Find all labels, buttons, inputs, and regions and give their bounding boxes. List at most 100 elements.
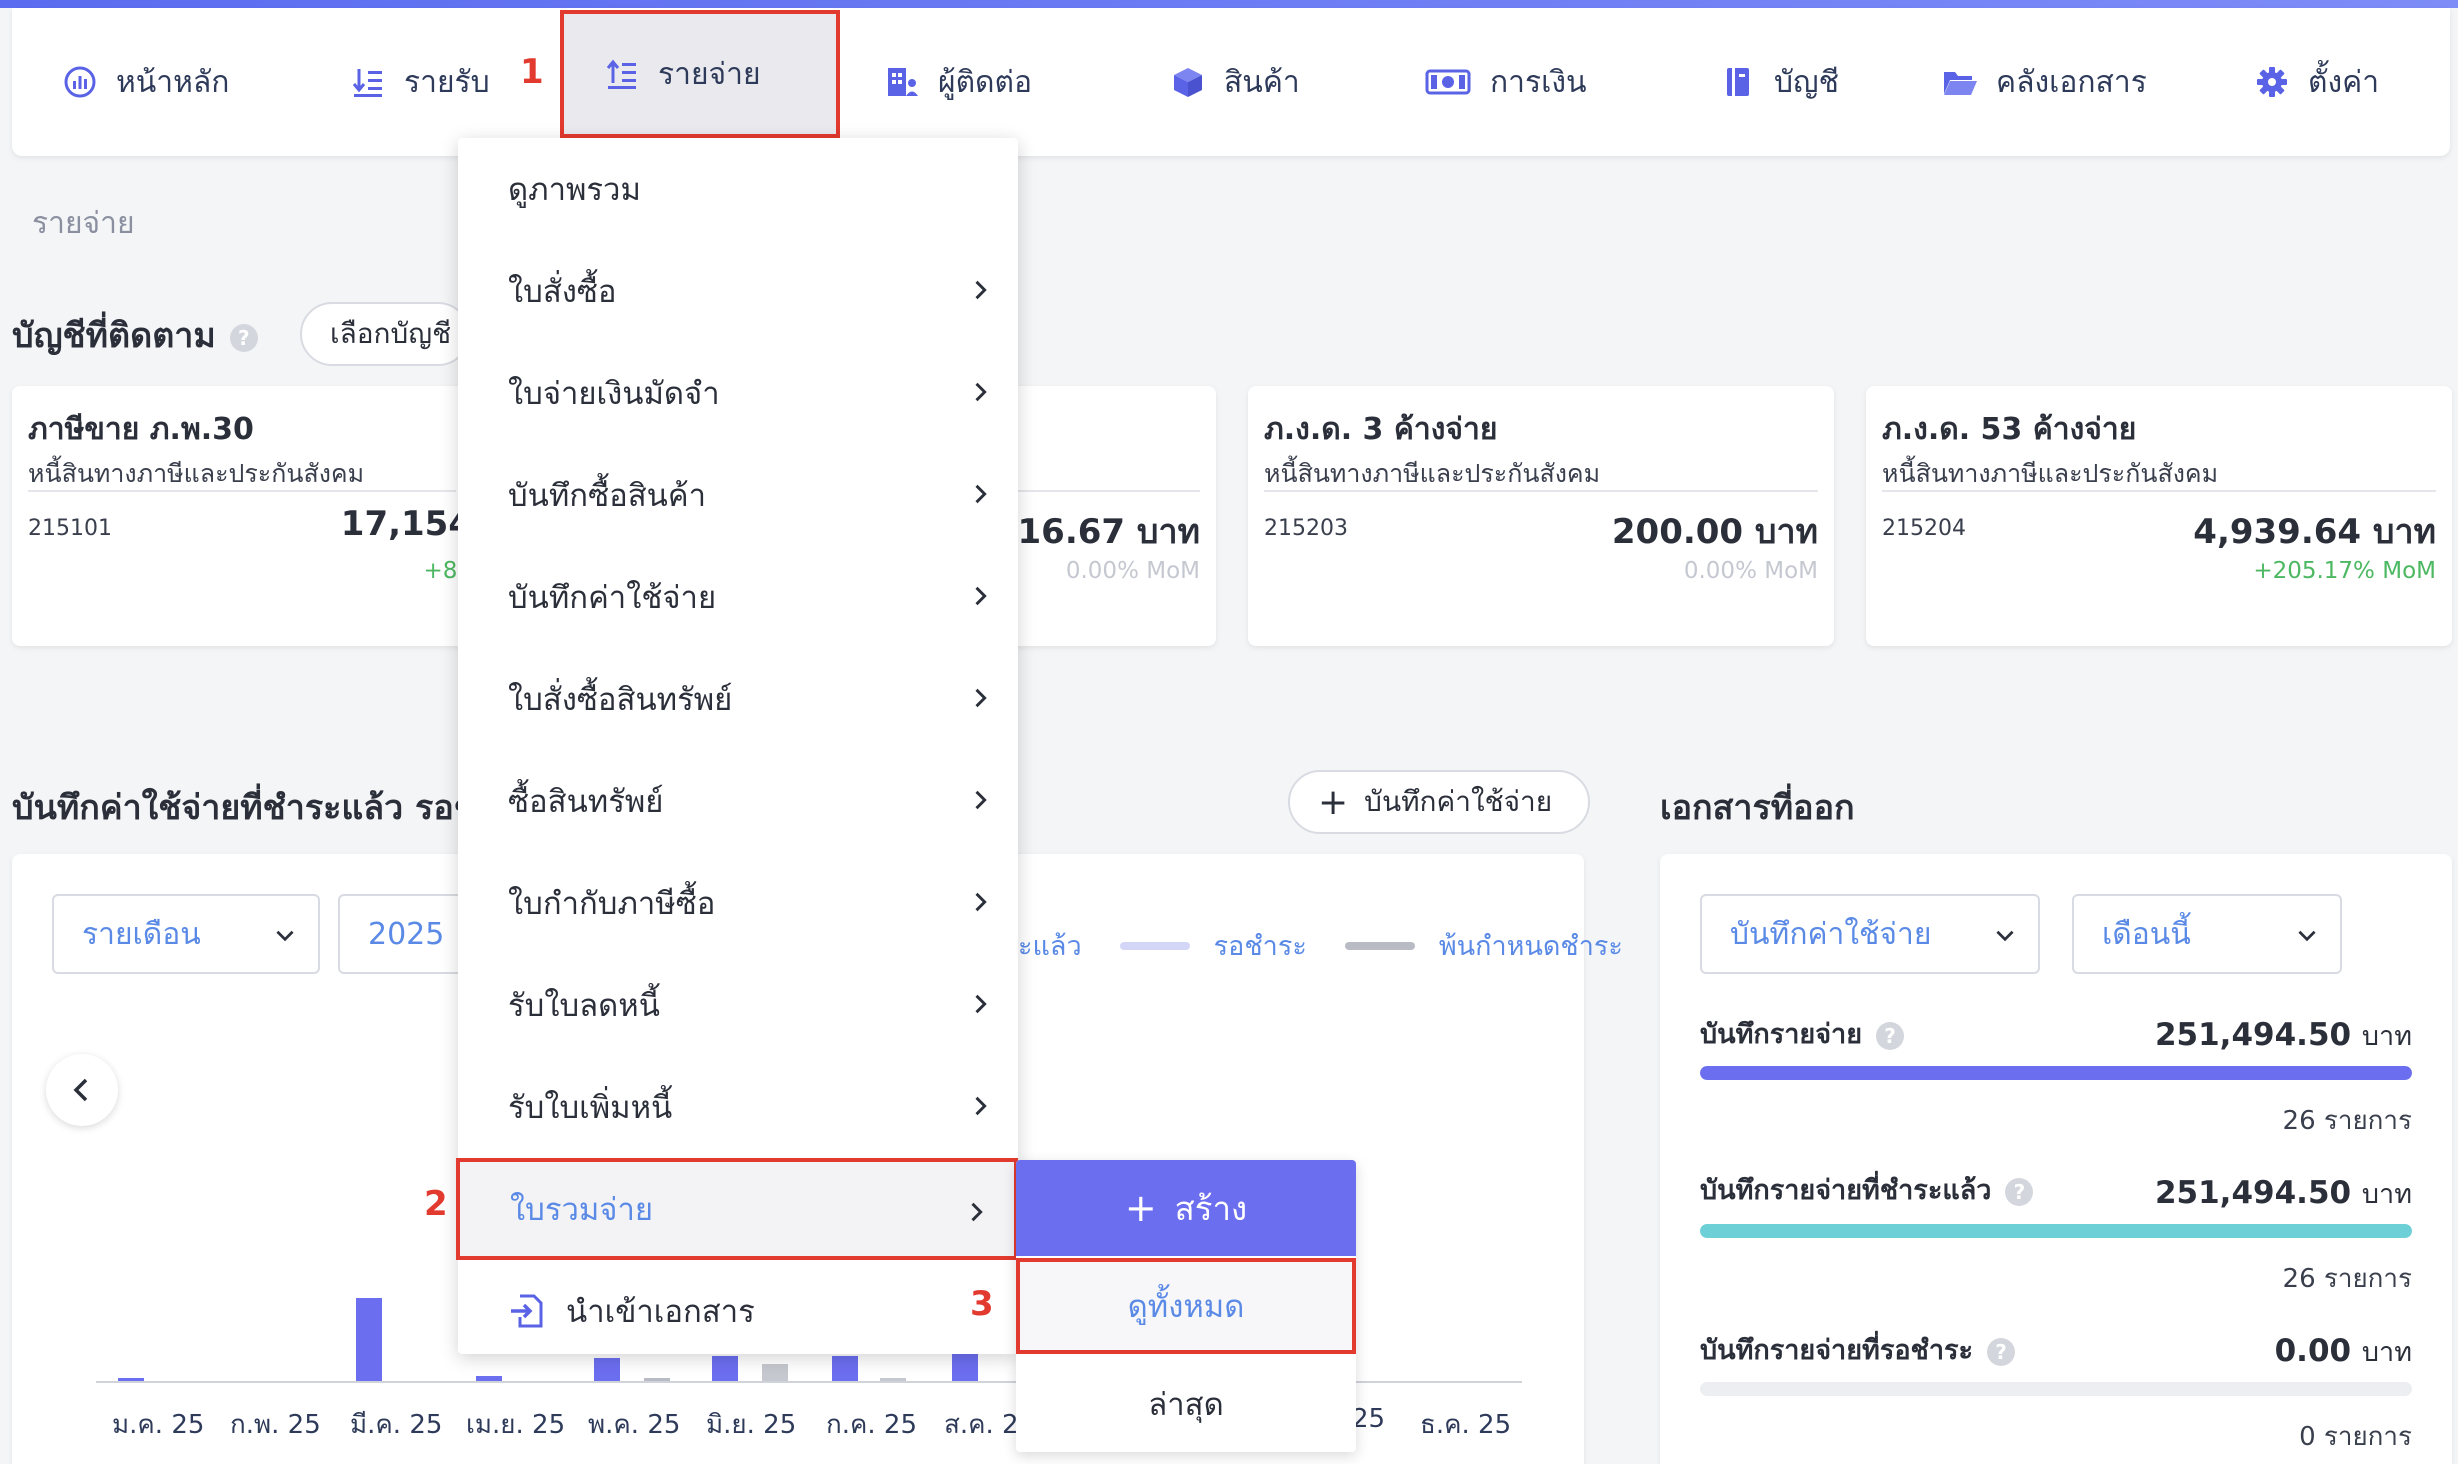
chevron-right-icon — [975, 994, 987, 1014]
menu-item-label: รับใบเพิ่มหนี้ — [508, 1090, 673, 1126]
help-icon[interactable]: ? — [229, 323, 258, 352]
menu-item-debit-note[interactable]: รับใบเพิ่มหนี้ — [458, 1056, 1018, 1158]
tracked-accounts-title: บัญชีที่ติดตาม? — [12, 308, 258, 362]
nav-label-products: สินค้า — [1224, 64, 1300, 100]
legend-paid: ะแล้ว — [1018, 931, 1082, 962]
view-all-button[interactable]: ดูทั้งหมด — [1016, 1258, 1356, 1354]
chevron-right-icon — [975, 484, 987, 504]
create-button[interactable]: + สร้าง — [1016, 1160, 1356, 1256]
document-type-select[interactable]: บันทึกค่าใช้จ่าย — [1700, 894, 2040, 974]
menu-item-purchase-order[interactable]: ใบสั่งซื้อ — [458, 240, 1018, 342]
top-accent-bar — [0, 0, 2458, 8]
nav-item-income[interactable]: รายรับ — [350, 8, 490, 156]
nav-item-finance[interactable]: การเงิน — [1424, 8, 1587, 156]
latest-button[interactable]: ล่าสุด — [1016, 1356, 1356, 1452]
menu-item-import-documents[interactable]: นำเข้าเอกสาร — [458, 1260, 1018, 1362]
month-label: ม.ค. 25 — [112, 1410, 205, 1440]
nav-item-documents[interactable]: คลังเอกสาร — [1942, 8, 2147, 156]
menu-item-label: ดูภาพรวม — [508, 172, 641, 208]
period-select-value: รายเดือน — [82, 916, 201, 952]
add-expense-button[interactable]: + บันทึกค่าใช้จ่าย — [1288, 770, 1590, 834]
divider — [1000, 490, 1200, 492]
nav-label-documents: คลังเอกสาร — [1996, 64, 2147, 100]
legend-overdue: พ้นกำหนดชำระ — [1438, 931, 1623, 962]
menu-item-label: ใบจ่ายเงินมัดจำ — [508, 376, 720, 412]
account-title: ภ.ง.ด. 3 ค้างจ่าย — [1264, 412, 1498, 447]
chevron-down-icon — [2298, 930, 2316, 942]
step-1-marker: 1 — [520, 52, 544, 92]
account-code: 215101 — [28, 516, 112, 541]
stat-amount: 0.00 — [2274, 1333, 2352, 1369]
menu-item-combined-payment[interactable]: ใบรวมจ่าย — [456, 1158, 1018, 1260]
issued-documents-title: เอกสารที่ออก — [1660, 788, 1855, 828]
progress-pending — [1700, 1382, 2412, 1396]
chevron-right-icon — [975, 1096, 987, 1116]
legend-swatch-overdue — [1344, 941, 1415, 950]
nav-item-accounting[interactable]: บัญชี — [1720, 8, 1839, 156]
progress-fill — [1700, 1066, 2412, 1080]
stat-amount: 251,494.50 — [2154, 1017, 2352, 1053]
month-label: พ.ค. 25 — [588, 1410, 681, 1440]
year-select[interactable]: 2025 — [338, 894, 468, 974]
help-icon[interactable]: ? — [1876, 1021, 1905, 1050]
select-account-button[interactable]: เลือกบัญชี — [300, 302, 470, 366]
box-icon — [1170, 64, 1206, 100]
menu-item-asset-purchase-order[interactable]: ใบสั่งซื้อสินทรัพย์ — [458, 648, 1018, 750]
stat-count-expenses: 26 รายการ — [2282, 1106, 2412, 1136]
chart-prev-button[interactable] — [46, 1054, 118, 1126]
nav-item-expense[interactable]: รายจ่าย — [560, 10, 840, 138]
menu-item-label: ซื้อสินทรัพย์ — [508, 784, 664, 820]
account-amount: 4,939.64 บาท — [2193, 512, 2436, 552]
stat-unit: บาท — [2361, 1337, 2412, 1368]
plus-icon: + — [1318, 781, 1349, 823]
account-card[interactable]: ภ.ง.ด. 3 ค้างจ่าย หนี้สินทางภาษีและประกั… — [1248, 386, 1834, 646]
nav-label-finance: การเงิน — [1490, 64, 1587, 100]
account-code: 215203 — [1264, 516, 1348, 541]
help-icon[interactable]: ? — [2005, 1177, 2034, 1206]
menu-item-purchase-record[interactable]: บันทึกซื้อสินค้า — [458, 444, 1018, 546]
account-card[interactable]: ภาษีขาย ภ.พ.30 หนี้สินทางภาษีและประกันสั… — [12, 386, 472, 646]
chart-legend: ะแล้ว รอชำระ พ้นกำหนดชำระ — [1018, 924, 1623, 967]
chevron-right-icon — [975, 586, 987, 606]
folder-icon — [1942, 64, 1978, 100]
contacts-icon — [884, 64, 920, 100]
main-nav: หน้าหลัก รายรับ 1 รายจ่าย ผู้ติดต่อ สินค… — [12, 8, 2450, 156]
nav-item-contacts[interactable]: ผู้ติดต่อ — [884, 8, 1032, 156]
legend-swatch-pending — [1119, 941, 1190, 950]
nav-item-home[interactable]: หน้าหลัก — [62, 8, 229, 156]
nav-label-contacts: ผู้ติดต่อ — [938, 64, 1033, 100]
nav-label-accounting: บัญชี — [1774, 64, 1839, 100]
tracked-accounts-title-text: บัญชีที่ติดตาม — [12, 316, 216, 356]
account-mom: 0.00% MoM — [1065, 558, 1200, 584]
menu-item-credit-note[interactable]: รับใบลดหนี้ — [458, 954, 1018, 1056]
nav-label-expense: รายจ่าย — [658, 56, 761, 92]
help-icon[interactable]: ? — [1987, 1337, 2016, 1366]
stat-count-pending: 0 รายการ — [2299, 1422, 2412, 1452]
menu-item-overview[interactable]: ดูภาพรวม — [458, 138, 1018, 240]
menu-item-label: ใบกำกับภาษีซื้อ — [508, 886, 716, 922]
legend-pending: รอชำระ — [1213, 931, 1307, 962]
dashboard-icon — [62, 64, 98, 100]
combined-payment-submenu: + สร้าง ดูทั้งหมด ล่าสุด — [1016, 1160, 1356, 1452]
nav-item-products[interactable]: สินค้า — [1170, 8, 1300, 156]
chevron-right-icon — [971, 1202, 983, 1222]
menu-item-label: รับใบลดหนี้ — [508, 988, 660, 1024]
menu-item-purchase-tax-invoice[interactable]: ใบกำกับภาษีซื้อ — [458, 852, 1018, 954]
account-category: หนี้สินทางภาษีและประกันสังคม — [1882, 459, 2219, 488]
income-icon — [350, 64, 386, 100]
menu-item-deposit-payment[interactable]: ใบจ่ายเงินมัดจำ — [458, 342, 1018, 444]
menu-item-label: นำเข้าเอกสาร — [566, 1294, 755, 1330]
account-card[interactable]: ภ.ง.ด. 53 ค้างจ่าย หนี้สินทางภาษีและประก… — [1866, 386, 2452, 646]
menu-item-expense-record[interactable]: บันทึกค่าใช้จ่าย — [458, 546, 1018, 648]
month-select[interactable]: เดือนนี้ — [2072, 894, 2342, 974]
account-amount: 200.00 บาท — [1611, 512, 1818, 552]
account-card[interactable]: ,616.67 บาท 0.00% MoM — [981, 386, 1216, 646]
chevron-right-icon — [975, 382, 987, 402]
menu-item-buy-assets[interactable]: ซื้อสินทรัพย์ — [458, 750, 1018, 852]
account-category: หนี้สินทางภาษีและประกันสังคม — [1264, 459, 1601, 488]
period-select[interactable]: รายเดือน — [52, 894, 320, 974]
import-icon — [511, 1294, 543, 1328]
nav-item-settings[interactable]: ตั้งค่า — [2254, 8, 2379, 156]
stat-unit: บาท — [2361, 1021, 2412, 1052]
chevron-right-icon — [975, 892, 987, 912]
